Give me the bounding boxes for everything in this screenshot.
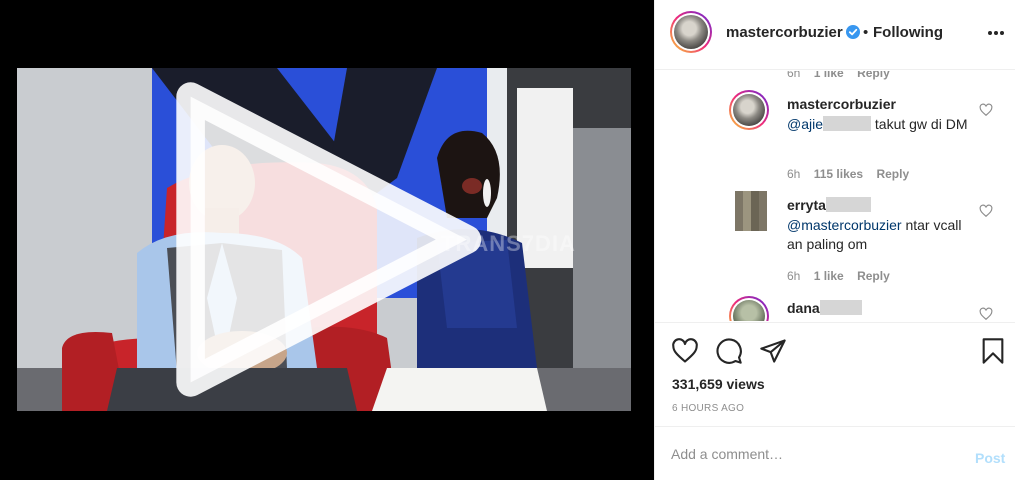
paper-plane-icon[interactable] — [759, 337, 787, 365]
comment-time: 6h — [787, 167, 801, 181]
view-count[interactable]: 331,659 views — [672, 376, 765, 392]
comment-mention[interactable]: @mastercorbuzier — [787, 217, 902, 233]
comment-likes[interactable]: 1 like — [814, 269, 844, 283]
post-actions: 331,659 views 6 HOURS AGO — [655, 322, 1015, 426]
comment-time: 6h — [787, 71, 801, 80]
more-options-icon[interactable] — [986, 23, 1006, 43]
comment-bubble-icon[interactable] — [715, 337, 743, 365]
video-player[interactable]: TRANS7DIA — [17, 68, 631, 411]
comment-username[interactable]: mastercorbuzier — [787, 96, 896, 112]
comment-meta: 6h 1 like Reply — [787, 269, 890, 283]
post-side-panel: mastercorbuzier • Following 6h 1 like Re… — [654, 0, 1015, 480]
post-header: mastercorbuzier • Following — [655, 0, 1015, 70]
following-button[interactable]: Following — [873, 24, 943, 41]
comment-body: takut gw di DM — [874, 116, 968, 132]
post-timestamp[interactable]: 6 HOURS AGO — [672, 403, 744, 414]
play-icon[interactable] — [17, 68, 631, 411]
comment-username[interactable]: errytа — [787, 197, 871, 213]
comment-likes[interactable]: 1 like — [814, 71, 844, 80]
comment-mention[interactable]: @ajie — [787, 116, 823, 132]
comment-avatar[interactable] — [735, 191, 767, 231]
comment-like-icon[interactable] — [979, 103, 993, 117]
comment-likes[interactable]: 115 likes — [814, 167, 863, 181]
comment-username[interactable]: dana — [787, 300, 862, 316]
media-pane: TRANS7DIA — [0, 0, 654, 480]
comment-avatar[interactable] — [729, 90, 769, 130]
comment-reply-button[interactable]: Reply — [857, 71, 890, 80]
heart-icon[interactable] — [671, 337, 699, 365]
comment-time: 6h — [787, 269, 801, 283]
comment-text: @ajie takut gw di DM — [787, 115, 972, 134]
comments-list[interactable]: 6h 1 like Reply mastercorbuzier @ajie ta… — [655, 71, 1015, 321]
redacted-block — [819, 300, 862, 315]
comment-like-icon[interactable] — [979, 204, 993, 218]
comment-text: @mastercorbuzier ntar vcall an paling om — [787, 216, 972, 254]
comment-reply-button[interactable]: Reply — [876, 167, 909, 181]
comment-meta: 6h 115 likes Reply — [787, 167, 909, 181]
post-comment-button[interactable]: Post — [975, 450, 1005, 466]
comment-reply-button[interactable]: Reply — [857, 269, 890, 283]
comment-avatar[interactable] — [729, 296, 769, 321]
comment-meta: 6h 1 like Reply — [787, 71, 890, 80]
author-username[interactable]: mastercorbuzier — [726, 24, 843, 41]
comment-like-icon[interactable] — [979, 307, 993, 321]
author-avatar[interactable] — [670, 11, 712, 53]
header-separator: • — [863, 24, 869, 41]
verified-badge-icon — [846, 25, 860, 39]
comment-composer: Post — [655, 426, 1015, 480]
redacted-block — [823, 116, 872, 131]
comment-input[interactable] — [671, 443, 961, 465]
bookmark-icon[interactable] — [979, 337, 1007, 365]
redacted-block — [825, 197, 871, 212]
